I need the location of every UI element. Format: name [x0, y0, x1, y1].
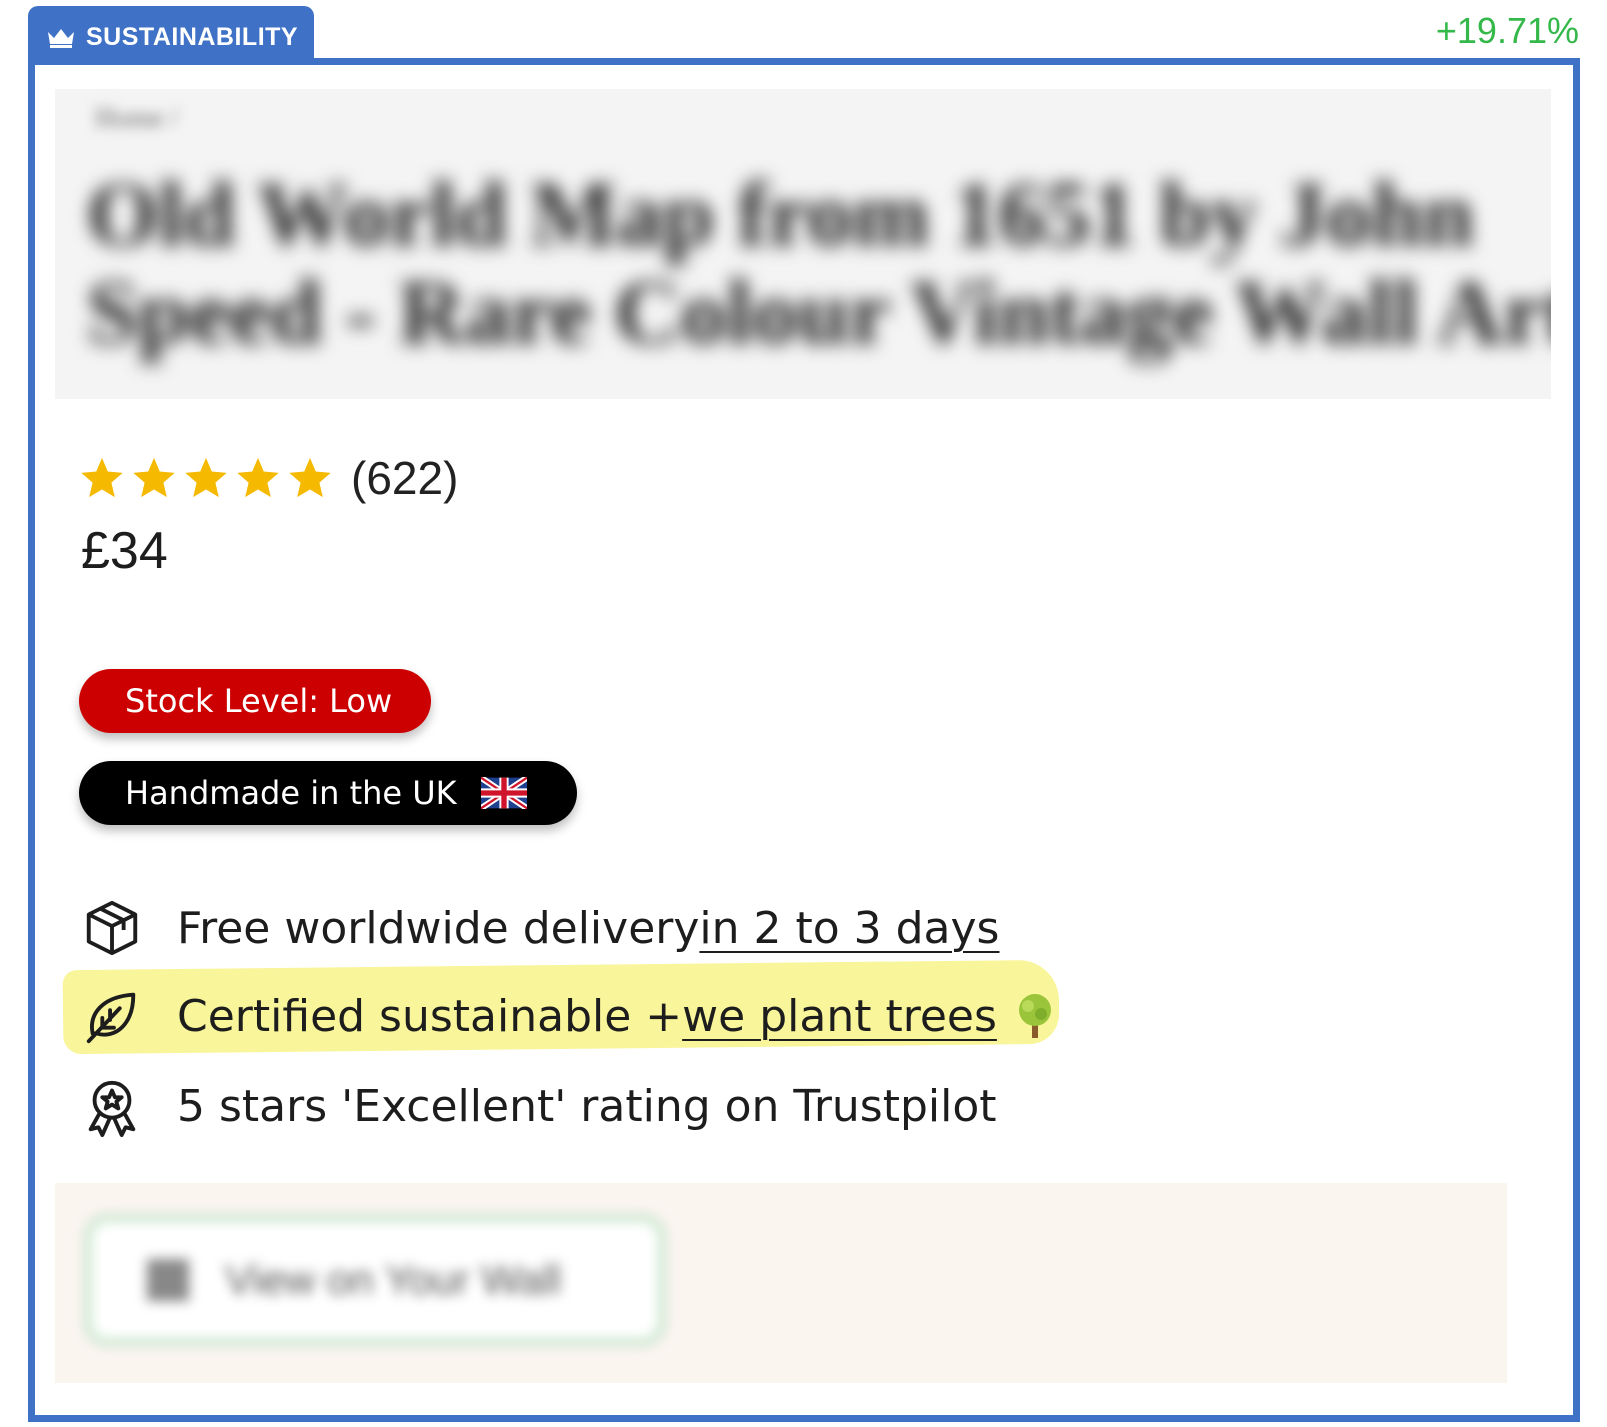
feature-trustpilot: 5 stars 'Excellent' rating on Trustpilot — [81, 1075, 997, 1137]
star-icon — [133, 457, 175, 498]
product-title-area: Home / Old World Map from 1651 by John S… — [55, 89, 1551, 399]
delivery-time-link[interactable]: in 2 to 3 days — [699, 903, 999, 954]
feature-text: Certified sustainable + — [177, 990, 683, 1042]
award-ribbon-icon — [88, 1080, 136, 1137]
rating-row[interactable]: (622) — [79, 451, 458, 505]
view-on-wall-label: View on Your Wall — [225, 1256, 562, 1303]
uk-flag-icon — [480, 777, 527, 809]
product-card-frame: Home / Old World Map from 1651 by John S… — [28, 58, 1580, 1422]
page: SUSTAINABILITY +19.71% Home / Old World … — [0, 0, 1607, 1427]
package-box-icon — [86, 900, 138, 956]
feature-text: Free worldwide delivery — [177, 902, 700, 954]
bottom-action-area: View on Your Wall — [55, 1183, 1507, 1383]
feature-text: 5 stars 'Excellent' rating on Trustpilot — [177, 1080, 997, 1132]
star-rating — [79, 455, 333, 501]
wall-icon — [147, 1259, 189, 1301]
star-icon — [289, 457, 331, 498]
stock-level-badge: Stock Level: Low — [79, 669, 431, 733]
conversion-delta: +19.71% — [1435, 10, 1579, 51]
breadcrumb[interactable]: Home / — [95, 103, 178, 135]
star-icon — [237, 457, 279, 498]
price: £34 — [81, 522, 168, 580]
plant-trees-link[interactable]: we plant trees — [682, 991, 997, 1042]
tab-label: SUSTAINABILITY — [86, 22, 299, 51]
review-count[interactable]: (622) — [351, 451, 458, 505]
star-icon — [185, 457, 227, 498]
stock-level-label: Stock Level: Low — [125, 682, 393, 720]
view-on-wall-button[interactable]: View on Your Wall — [85, 1215, 665, 1345]
star-icon — [81, 457, 123, 498]
tree-icon — [1018, 994, 1051, 1038]
product-title: Old World Map from 1651 by John Speed - … — [87, 163, 1551, 363]
leaf-icon — [86, 992, 136, 1044]
crown-icon — [48, 29, 74, 48]
handmade-badge: Handmade in the UK — [79, 761, 577, 825]
handmade-label: Handmade in the UK — [125, 774, 457, 812]
feature-delivery: Free worldwide delivery in 2 to 3 days — [81, 897, 999, 959]
feature-sustainable: Certified sustainable + we plant trees — [81, 985, 1057, 1047]
